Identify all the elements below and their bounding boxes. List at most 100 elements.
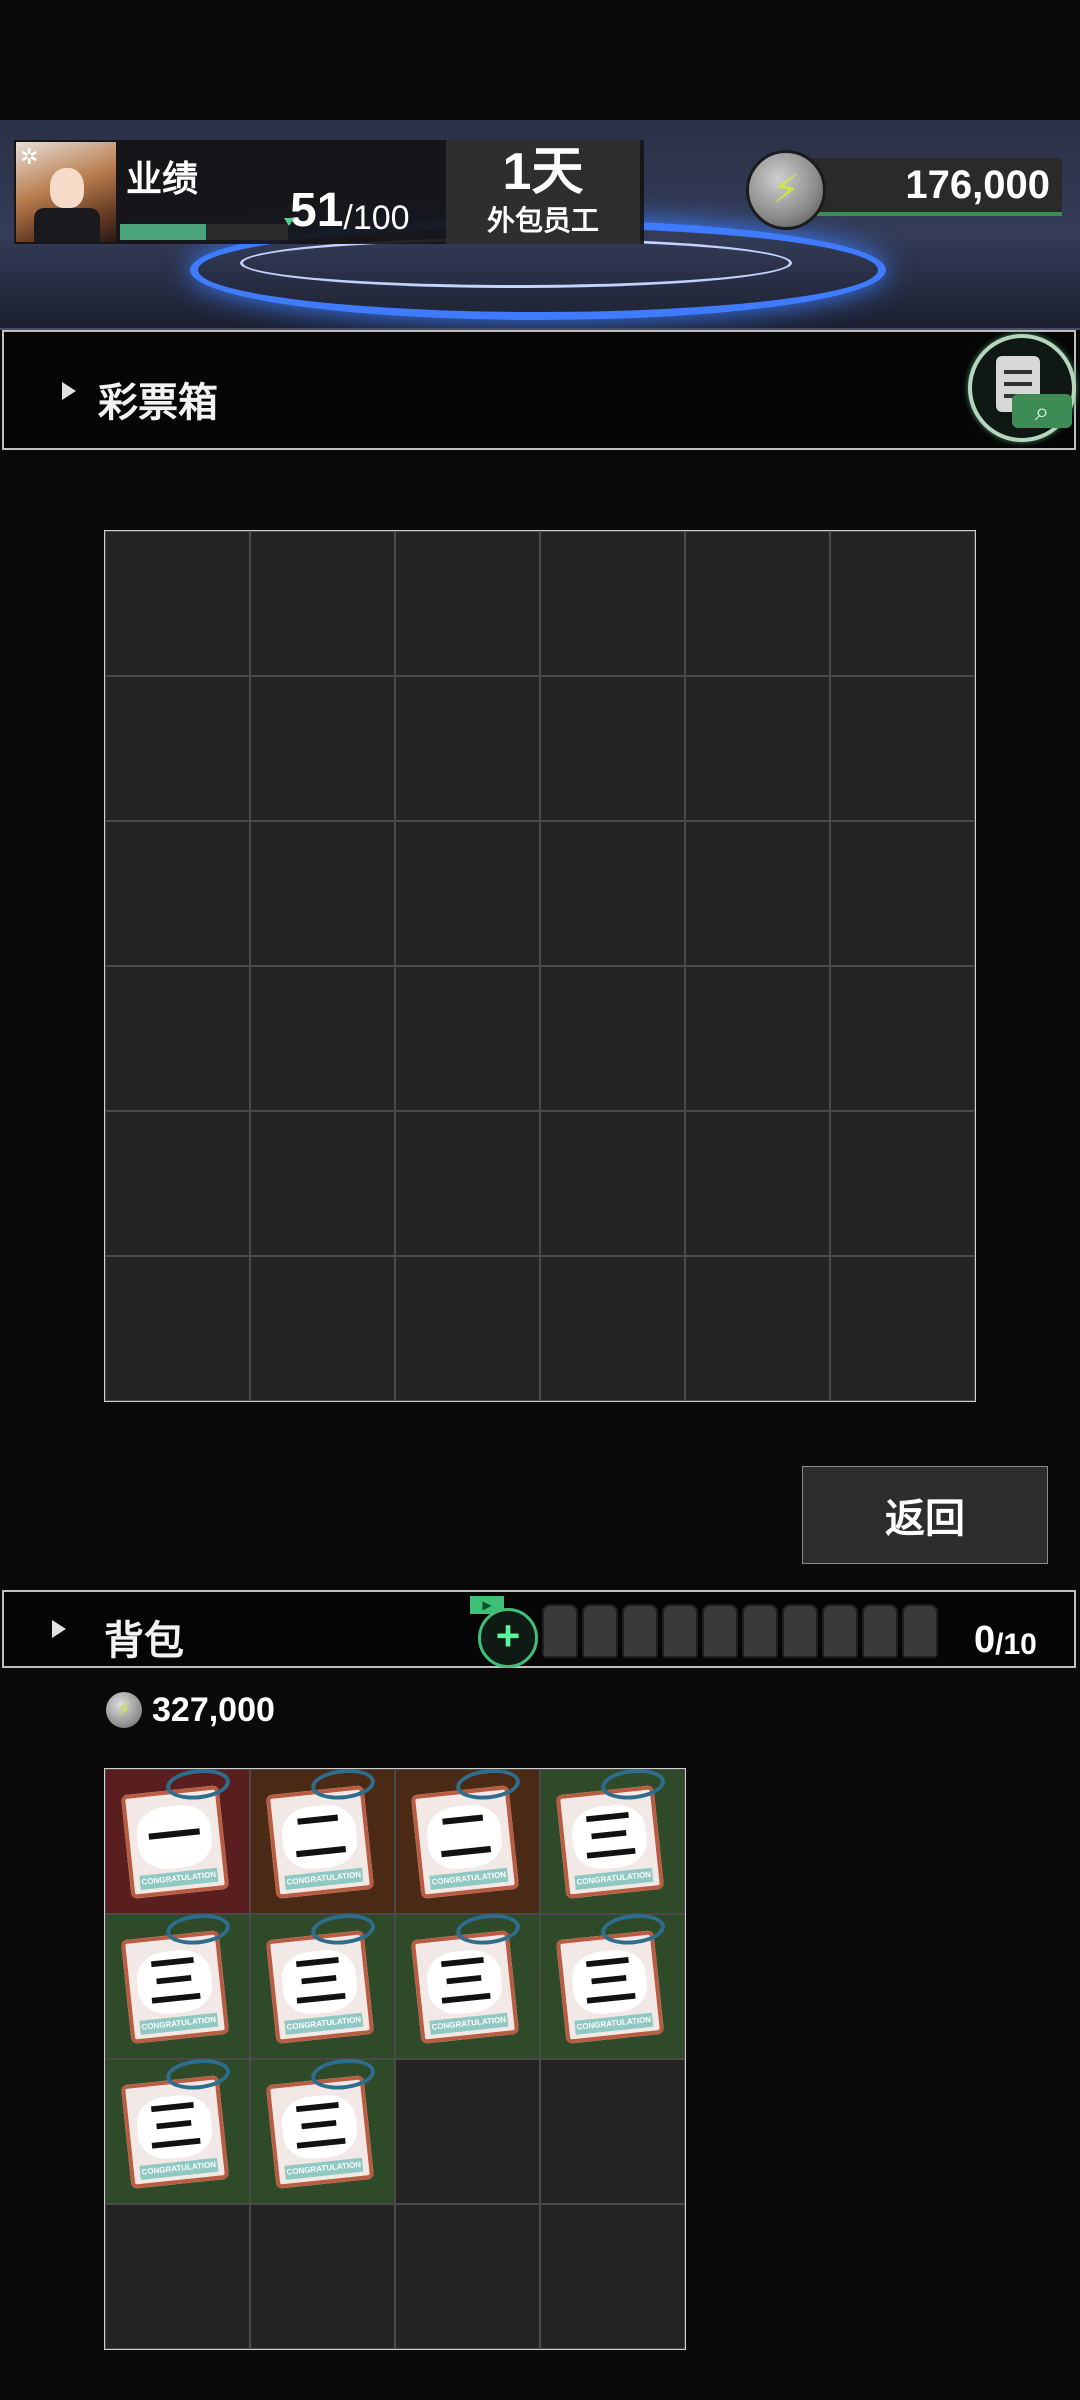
lottery-cell[interactable] bbox=[830, 676, 975, 821]
lottery-cell[interactable] bbox=[105, 1256, 250, 1401]
lottery-cell[interactable] bbox=[685, 1256, 830, 1401]
ribbon-icon bbox=[454, 1911, 522, 1948]
avatar[interactable]: ✲ bbox=[16, 142, 116, 242]
bag-cell[interactable] bbox=[395, 2059, 540, 2204]
lottery-cell[interactable] bbox=[830, 966, 975, 1111]
bag-cell[interactable]: 一 CONGRATULATION bbox=[105, 1766, 250, 1914]
lottery-cell[interactable] bbox=[540, 531, 685, 676]
lottery-cell[interactable] bbox=[105, 1111, 250, 1256]
lottery-ticket-icon: 二 CONGRATULATION bbox=[410, 1766, 522, 1899]
ribbon-icon bbox=[599, 1911, 667, 1948]
lottery-cell[interactable] bbox=[685, 821, 830, 966]
ribbon-icon bbox=[309, 1766, 377, 1803]
bag-title: 背包 bbox=[104, 1619, 184, 1663]
bag-cell[interactable]: 三 CONGRATULATION bbox=[540, 1911, 685, 2059]
lottery-cell[interactable] bbox=[830, 1111, 975, 1256]
lottery-cell[interactable] bbox=[395, 1256, 540, 1401]
bag-cell[interactable]: 三 CONGRATULATION bbox=[540, 1766, 685, 1914]
bag-cell[interactable] bbox=[395, 2204, 540, 2349]
coin-amount: 176,000 bbox=[905, 162, 1050, 207]
gear-icon[interactable]: ✲ bbox=[20, 144, 38, 170]
ribbon-icon bbox=[309, 2056, 377, 2093]
bag-slot-icon bbox=[822, 1604, 858, 1658]
lottery-cell[interactable] bbox=[105, 966, 250, 1111]
bag-slot-icon bbox=[782, 1604, 818, 1658]
ticket-prize-glyph: 三 bbox=[424, 1947, 505, 2017]
lottery-ticket-icon: 三 CONGRATULATION bbox=[555, 1911, 667, 2044]
performance-separator: / bbox=[343, 199, 353, 237]
clipboard-search-button[interactable]: ⌕ bbox=[968, 334, 1076, 442]
bag-slot-indicator bbox=[542, 1604, 938, 1658]
ticket-caption: CONGRATULATION bbox=[139, 2157, 219, 2180]
bag-cell[interactable]: 三 CONGRATULATION bbox=[105, 2056, 250, 2204]
lottery-cell[interactable] bbox=[250, 531, 395, 676]
bag-cell[interactable] bbox=[105, 2204, 250, 2349]
back-button[interactable]: 返回 bbox=[802, 1466, 1048, 1564]
bag-cell[interactable]: 二 CONGRATULATION bbox=[250, 1766, 395, 1914]
ribbon-icon bbox=[164, 2056, 232, 2093]
lottery-cell[interactable] bbox=[250, 966, 395, 1111]
lottery-cell[interactable] bbox=[105, 821, 250, 966]
lottery-title: 彩票箱 bbox=[98, 381, 218, 425]
lottery-cell[interactable] bbox=[830, 821, 975, 966]
lottery-cell[interactable] bbox=[685, 1111, 830, 1256]
ribbon-icon bbox=[164, 1766, 232, 1803]
lottery-header: 彩票箱 bbox=[2, 330, 1076, 450]
bag-slot-icon bbox=[862, 1604, 898, 1658]
bag-cell[interactable]: 三 CONGRATULATION bbox=[105, 1911, 250, 2059]
lottery-cell[interactable] bbox=[395, 676, 540, 821]
bag-cell[interactable]: 三 CONGRATULATION bbox=[250, 1911, 395, 2059]
lottery-ticket-icon: 三 CONGRATULATION bbox=[265, 1911, 377, 2044]
ticket-prize-glyph: 二 bbox=[279, 1802, 360, 1872]
ticket-prize-glyph: 三 bbox=[569, 1802, 650, 1872]
lottery-cell[interactable] bbox=[395, 531, 540, 676]
performance-progress-fill bbox=[120, 224, 206, 240]
bag-count-separator: / bbox=[995, 1628, 1004, 1661]
lottery-cell[interactable] bbox=[105, 676, 250, 821]
add-slot-button[interactable]: + bbox=[478, 1608, 538, 1668]
lottery-cell[interactable] bbox=[105, 531, 250, 676]
lottery-cell[interactable] bbox=[395, 821, 540, 966]
coin-bar: 176,000 bbox=[786, 158, 1062, 216]
bag-cell[interactable] bbox=[250, 2204, 395, 2349]
bag-cell[interactable] bbox=[540, 2204, 685, 2349]
bag-cell[interactable]: 三 CONGRATULATION bbox=[250, 2056, 395, 2204]
ribbon-icon bbox=[164, 1911, 232, 1948]
bag-grid: 一 CONGRATULATION 二 CONGRATULATION 二 CONGRATUL… bbox=[104, 1766, 686, 2350]
lottery-cell[interactable] bbox=[540, 676, 685, 821]
lottery-cell[interactable] bbox=[685, 676, 830, 821]
bag-slot-icon bbox=[662, 1604, 698, 1658]
ticket-caption: CONGRATULATION bbox=[139, 1867, 219, 1890]
performance-label: 业绩 bbox=[126, 158, 199, 199]
coin-display: 176,000 ⚡ bbox=[746, 150, 1066, 234]
lottery-cell[interactable] bbox=[540, 1256, 685, 1401]
lottery-cell[interactable] bbox=[250, 821, 395, 966]
performance-max: 100 bbox=[352, 199, 410, 237]
bag-cell[interactable] bbox=[540, 2059, 685, 2204]
ticket-caption: CONGRATULATION bbox=[284, 2012, 364, 2035]
bag-cell[interactable]: 二 CONGRATULATION bbox=[395, 1766, 540, 1914]
ticket-prize-glyph: 三 bbox=[134, 1947, 215, 2017]
lottery-cell[interactable] bbox=[250, 1256, 395, 1401]
ticket-prize-glyph: 三 bbox=[279, 2092, 360, 2162]
lottery-cell[interactable] bbox=[395, 1111, 540, 1256]
lottery-cell[interactable] bbox=[395, 966, 540, 1111]
lottery-ticket-icon: 一 CONGRATULATION bbox=[120, 1766, 232, 1899]
lottery-cell[interactable] bbox=[685, 531, 830, 676]
coin-icon: ⚡ bbox=[106, 1692, 142, 1728]
bag-slot-icon bbox=[622, 1604, 658, 1658]
lottery-cell[interactable] bbox=[830, 531, 975, 676]
lottery-cell[interactable] bbox=[540, 966, 685, 1111]
lottery-cell[interactable] bbox=[685, 966, 830, 1111]
bag-coin-row: ⚡ 327,000 bbox=[106, 1690, 275, 1730]
lottery-cell[interactable] bbox=[250, 1111, 395, 1256]
lottery-cell[interactable] bbox=[540, 1111, 685, 1256]
ribbon-icon bbox=[454, 1766, 522, 1803]
day-box: 1天 外包员工 bbox=[446, 140, 640, 244]
lottery-cell[interactable] bbox=[250, 676, 395, 821]
bag-cell[interactable]: 三 CONGRATULATION bbox=[395, 1911, 540, 2059]
bag-slot-icon bbox=[742, 1604, 778, 1658]
lottery-cell[interactable] bbox=[540, 821, 685, 966]
ticket-prize-glyph: 三 bbox=[279, 1947, 360, 2017]
lottery-cell[interactable] bbox=[830, 1256, 975, 1401]
